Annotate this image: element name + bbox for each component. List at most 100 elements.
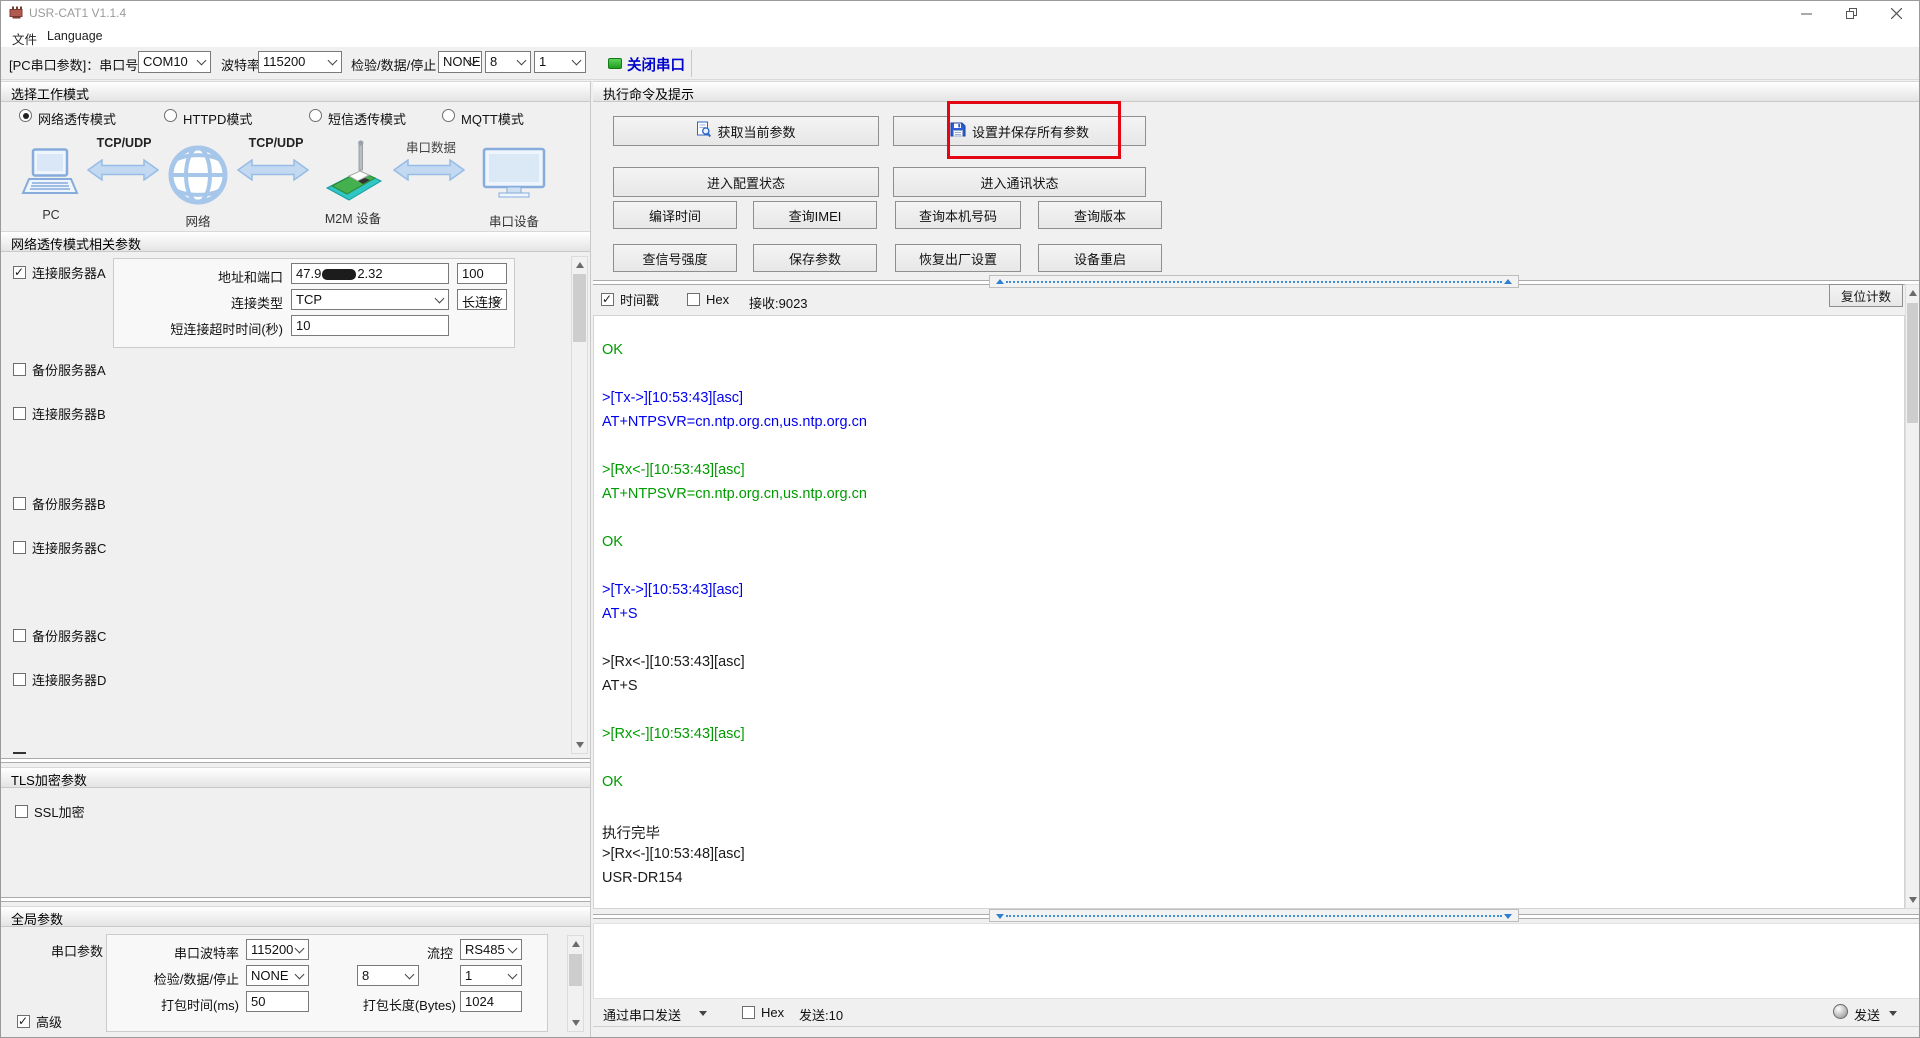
scrollbar-thumb[interactable] xyxy=(1907,303,1918,423)
compile-time-button[interactable]: 编译时间 xyxy=(613,201,737,229)
collapsed-item-dash xyxy=(13,752,26,754)
radio-mqtt[interactable] xyxy=(442,109,455,122)
log-line: AT+NTPSVR=cn.ntp.org.cn,us.ntp.org.cn xyxy=(602,414,867,430)
send-via-serial-dropdown[interactable]: 通过串口发送 xyxy=(603,1005,681,1024)
checkbox-ssl[interactable]: SSL加密 xyxy=(15,804,85,819)
chevron-down-icon[interactable] xyxy=(1889,1011,1897,1016)
menu-language[interactable]: Language xyxy=(43,28,107,44)
pc-serial-label: [PC串口参数]：串口号 xyxy=(9,55,138,74)
window-title: USR-CAT1 V1.1.4 xyxy=(29,6,126,20)
scrollbar-thumb[interactable] xyxy=(569,954,582,986)
checkbox-server-a[interactable]: 连接服务器A xyxy=(13,265,106,280)
checkbox-hex-recv[interactable]: Hex xyxy=(687,292,729,307)
checkbox-box xyxy=(13,673,26,686)
stopbits-select[interactable]: 1 xyxy=(534,51,586,73)
global-baud-select[interactable]: 115200 xyxy=(246,939,309,960)
section-splitter[interactable] xyxy=(1,758,590,763)
scroll-down-icon[interactable] xyxy=(568,1015,583,1031)
server-a-address-input[interactable]: 47.92.32 xyxy=(291,263,449,284)
checkbox-box xyxy=(15,805,28,818)
chevron-down-icon xyxy=(508,943,518,953)
minimize-button[interactable] xyxy=(1784,1,1829,25)
query-version-button[interactable]: 查询版本 xyxy=(1038,201,1162,229)
scroll-down-icon[interactable] xyxy=(572,737,587,753)
radio-httpd[interactable] xyxy=(164,109,177,122)
pack-time-input[interactable]: 50 xyxy=(246,991,309,1012)
keepalive-select[interactable]: 长连接 xyxy=(457,289,507,310)
checkbox-hex-send[interactable]: Hex xyxy=(742,1005,784,1020)
checkbox-server-b[interactable]: 连接服务器B xyxy=(13,406,106,421)
global-parity-select[interactable]: NONE xyxy=(246,965,309,986)
checkbox-backup-server-a[interactable]: 备份服务器A xyxy=(13,362,106,377)
pack-length-input[interactable]: 1024 xyxy=(460,991,522,1012)
flow-control-select[interactable]: RS485 xyxy=(460,939,522,960)
query-local-number-button[interactable]: 查询本机号码 xyxy=(895,201,1021,229)
global-databits-select[interactable]: 8 xyxy=(357,965,419,986)
bottom-strip xyxy=(593,1027,1920,1038)
baud-select[interactable]: 115200 xyxy=(258,51,342,73)
scroll-up-icon[interactable] xyxy=(572,257,587,273)
radio-net-passthrough-label: 网络透传模式 xyxy=(38,109,116,128)
chevron-down-icon xyxy=(295,943,305,953)
global-stopbits-select[interactable]: 1 xyxy=(460,965,522,986)
conn-type-select[interactable]: TCP xyxy=(291,289,449,310)
short-conn-timeout-input[interactable]: 10 xyxy=(291,315,449,336)
parity-select[interactable]: NONE xyxy=(438,51,482,73)
enter-config-state-button[interactable]: 进入配置状态 xyxy=(613,167,879,197)
splitter-dots xyxy=(1006,915,1502,917)
checkbox-backup-server-c[interactable]: 备份服务器C xyxy=(13,628,106,643)
serial-device-label: 串口设备 xyxy=(479,211,549,230)
get-params-button[interactable]: 获取当前参数 xyxy=(613,116,879,146)
query-signal-button[interactable]: 查信号强度 xyxy=(613,244,737,272)
work-mode-header: 选择工作模式 xyxy=(1,81,590,102)
scroll-up-icon[interactable] xyxy=(1906,285,1919,301)
query-imei-button[interactable]: 查询IMEI xyxy=(753,201,877,229)
commands-header: 执行命令及提示 xyxy=(593,81,1920,102)
restore-button[interactable] xyxy=(1829,1,1874,25)
chevron-down-icon[interactable] xyxy=(699,1011,707,1016)
checkbox-timestamp[interactable]: 时间戳 xyxy=(601,292,659,307)
enter-comm-state-button[interactable]: 进入通讯状态 xyxy=(893,167,1146,197)
close-port-button[interactable]: 关闭串口 xyxy=(627,54,685,75)
serial-params-label: 串口参数 xyxy=(51,941,103,960)
server-a-port-input[interactable]: 100 xyxy=(457,263,507,284)
send-text-area[interactable] xyxy=(593,923,1920,999)
checkbox-backup-server-b[interactable]: 备份服务器B xyxy=(13,496,106,511)
send-button[interactable]: 发送 xyxy=(1854,1005,1880,1024)
send-bar: 通过串口发送 Hex 发送:10 发送 xyxy=(593,999,1920,1027)
checkbox-server-c[interactable]: 连接服务器C xyxy=(13,540,106,555)
checkbox-box xyxy=(13,266,26,279)
left-panel-scrollbar[interactable] xyxy=(571,256,588,754)
scroll-down-icon[interactable] xyxy=(1906,892,1919,908)
log-bottom-splitter-handle[interactable] xyxy=(989,909,1519,922)
section-splitter[interactable] xyxy=(1,897,590,902)
log-line: 执行完毕 xyxy=(602,822,660,843)
factory-reset-button[interactable]: 恢复出厂设置 xyxy=(895,244,1021,272)
device-restart-button[interactable]: 设备重启 xyxy=(1038,244,1162,272)
radio-net-passthrough[interactable] xyxy=(19,109,32,122)
scroll-up-icon[interactable] xyxy=(568,936,583,952)
menu-file[interactable]: 文件 xyxy=(8,28,41,49)
reset-counter-button[interactable]: 复位计数 xyxy=(1829,284,1903,307)
global-scrollbar[interactable] xyxy=(567,935,584,1032)
databits-select[interactable]: 8 xyxy=(485,51,531,73)
checkbox-server-d[interactable]: 连接服务器D xyxy=(13,672,106,687)
log-top-splitter-handle[interactable] xyxy=(989,275,1519,288)
global-header: 全局参数 xyxy=(1,906,590,927)
radio-sms-passthrough[interactable] xyxy=(309,109,322,122)
save-params-button[interactable]: 保存参数 xyxy=(753,244,877,272)
radio-mqtt-label: MQTT模式 xyxy=(461,109,524,128)
scrollbar-thumb[interactable] xyxy=(573,274,586,342)
redaction-mark xyxy=(322,269,356,280)
checkbox-advanced[interactable]: 高级 xyxy=(17,1014,62,1029)
tls-header: TLS加密参数 xyxy=(1,767,590,788)
send-sphere-icon xyxy=(1833,1004,1848,1019)
log-scrollbar[interactable] xyxy=(1905,284,1920,909)
arrow-icon xyxy=(237,159,309,184)
close-button[interactable] xyxy=(1874,1,1919,25)
global-parity-label: 检验/数据/停止 xyxy=(127,969,239,988)
pc-icon xyxy=(21,148,79,208)
chevron-down-icon xyxy=(295,969,305,979)
com-port-select[interactable]: COM10 xyxy=(138,51,211,73)
log-output-area[interactable]: OK >[Tx->][10:53:43][asc] AT+NTPSVR=cn.n… xyxy=(593,315,1905,909)
